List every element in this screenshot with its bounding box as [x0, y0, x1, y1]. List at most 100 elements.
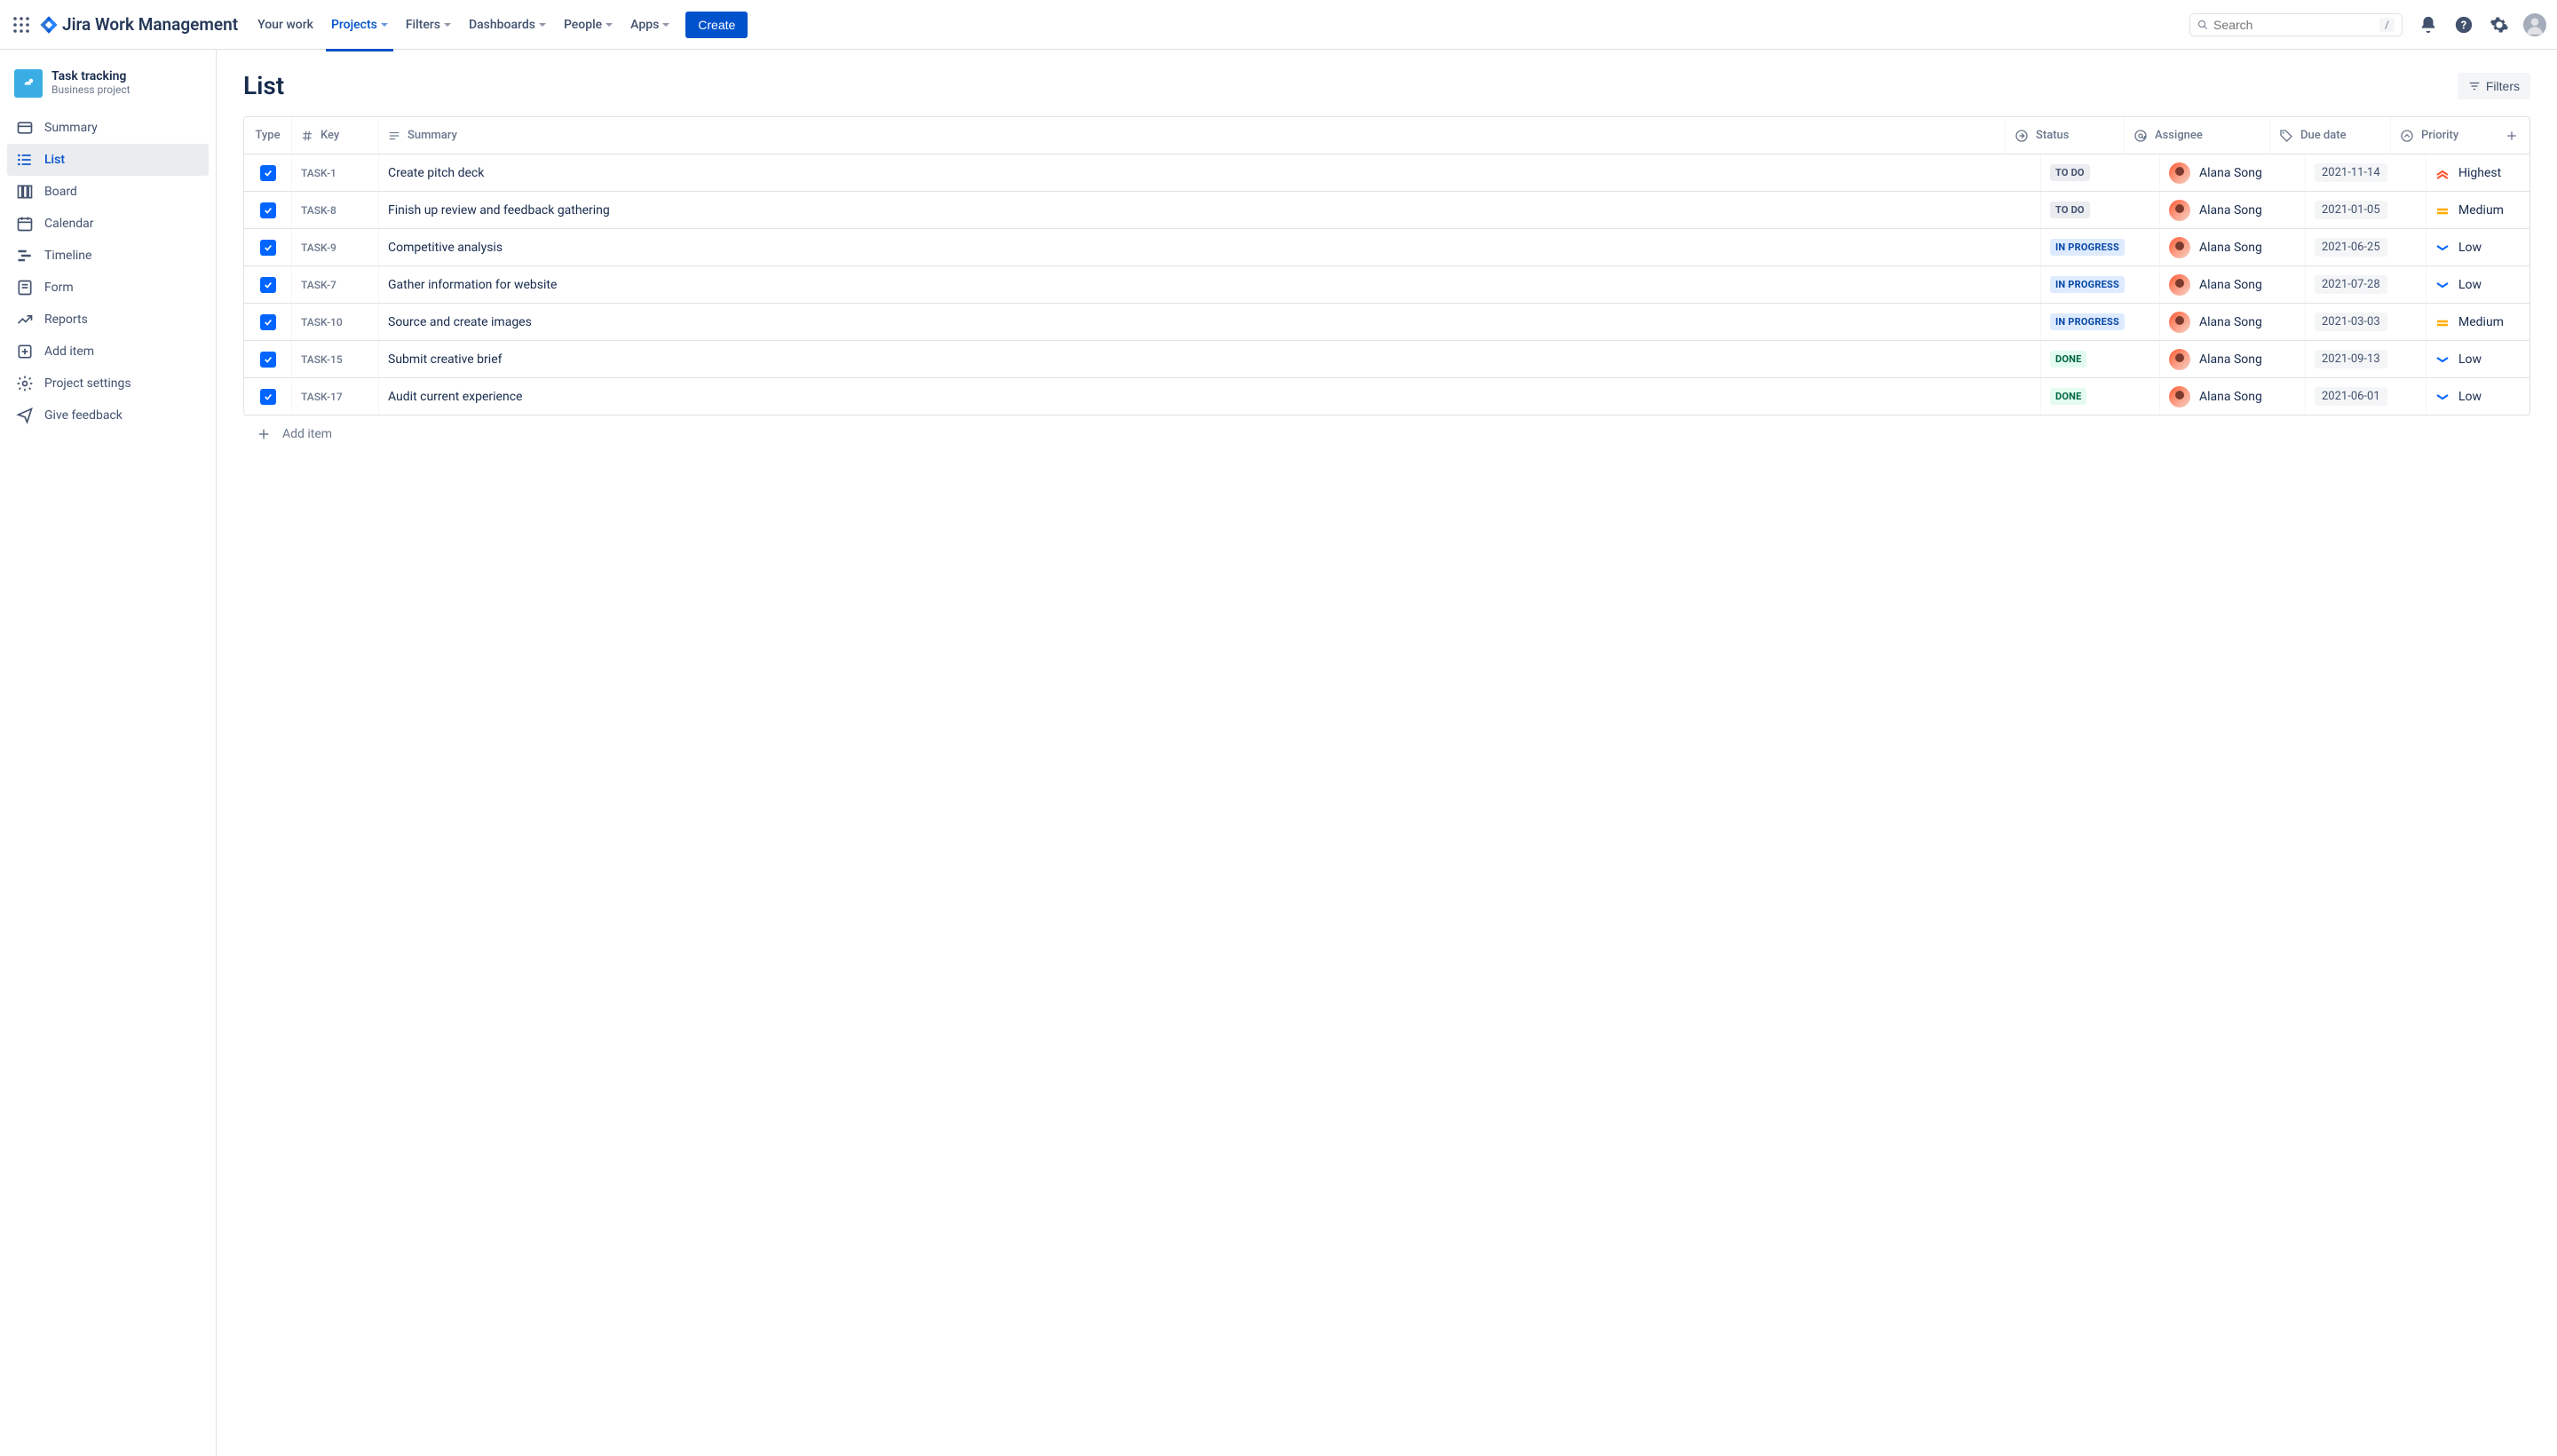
cell-type[interactable]: [244, 229, 292, 265]
cell-duedate[interactable]: 2021-11-14: [2306, 154, 2426, 191]
cell-status[interactable]: TO DO: [2041, 154, 2160, 191]
assignee-avatar: [2169, 237, 2190, 258]
task-type-icon: [260, 240, 276, 256]
cell-status[interactable]: IN PROGRESS: [2041, 229, 2160, 265]
column-header-summary[interactable]: Summary: [379, 117, 2006, 154]
cell-assignee[interactable]: Alana Song: [2160, 266, 2306, 303]
cell-type[interactable]: [244, 378, 292, 415]
cell-type[interactable]: [244, 192, 292, 228]
chevron-down-icon: [444, 23, 451, 27]
settings-icon[interactable]: [2488, 13, 2511, 36]
cell-priority[interactable]: Medium: [2426, 304, 2529, 340]
cell-summary[interactable]: Competitive analysis: [379, 229, 2041, 265]
profile-avatar[interactable]: [2523, 13, 2546, 36]
cell-duedate[interactable]: 2021-06-01: [2306, 378, 2426, 415]
help-icon[interactable]: ?: [2452, 13, 2475, 36]
search-input-wrapper[interactable]: /: [2189, 13, 2403, 36]
cell-priority[interactable]: Low: [2426, 229, 2529, 265]
task-type-icon: [260, 165, 276, 181]
cell-priority[interactable]: Highest: [2426, 154, 2529, 191]
cell-priority[interactable]: Low: [2426, 341, 2529, 377]
cell-duedate[interactable]: 2021-09-13: [2306, 341, 2426, 377]
cell-duedate[interactable]: 2021-01-05: [2306, 192, 2426, 228]
nav-dashboards[interactable]: Dashboards: [462, 12, 553, 37]
table-row[interactable]: TASK-8Finish up review and feedback gath…: [244, 192, 2529, 229]
cell-assignee[interactable]: Alana Song: [2160, 192, 2306, 228]
cell-assignee[interactable]: Alana Song: [2160, 229, 2306, 265]
sidebar-item-list[interactable]: List: [7, 144, 209, 176]
column-header-type[interactable]: Type: [244, 117, 292, 154]
create-button[interactable]: Create: [685, 12, 748, 38]
cell-summary[interactable]: Finish up review and feedback gathering: [379, 192, 2041, 228]
sidebar-item-timeline[interactable]: Timeline: [7, 240, 209, 272]
table-row[interactable]: TASK-9Competitive analysisIN PROGRESSAla…: [244, 229, 2529, 266]
cell-status[interactable]: IN PROGRESS: [2041, 304, 2160, 340]
sidebar-item-board[interactable]: Board: [7, 176, 209, 208]
cell-summary[interactable]: Submit creative brief: [379, 341, 2041, 377]
cell-duedate[interactable]: 2021-06-25: [2306, 229, 2426, 265]
cell-summary[interactable]: Source and create images: [379, 304, 2041, 340]
cell-key[interactable]: TASK-7: [292, 266, 379, 303]
notifications-icon[interactable]: [2417, 13, 2440, 36]
search-input[interactable]: [2213, 18, 2374, 32]
cell-summary[interactable]: Audit current experience: [379, 378, 2041, 415]
add-column-button[interactable]: [2494, 117, 2529, 154]
table-row[interactable]: TASK-15Submit creative briefDONEAlana So…: [244, 341, 2529, 378]
table-row[interactable]: TASK-7Gather information for websiteIN P…: [244, 266, 2529, 304]
project-header[interactable]: Task tracking Business project: [7, 66, 209, 112]
sidebar-item-add-item[interactable]: Add item: [7, 336, 209, 368]
column-header-status[interactable]: Status: [2006, 117, 2125, 154]
sidebar-item-project-settings[interactable]: Project settings: [7, 368, 209, 400]
sidebar-item-give-feedback[interactable]: Give feedback: [7, 400, 209, 431]
product-logo[interactable]: Jira Work Management: [39, 14, 238, 35]
cell-priority[interactable]: Medium: [2426, 192, 2529, 228]
cell-status[interactable]: DONE: [2041, 378, 2160, 415]
table-row[interactable]: TASK-17Audit current experienceDONEAlana…: [244, 378, 2529, 415]
table-row[interactable]: TASK-10Source and create imagesIN PROGRE…: [244, 304, 2529, 341]
cell-status[interactable]: IN PROGRESS: [2041, 266, 2160, 303]
cell-key[interactable]: TASK-15: [292, 341, 379, 377]
sidebar-item-label: Give feedback: [44, 408, 123, 423]
cell-key[interactable]: TASK-8: [292, 192, 379, 228]
add-item-row[interactable]: Add item: [243, 415, 2530, 453]
priority-low-icon: [2435, 390, 2450, 404]
cell-summary[interactable]: Gather information for website: [379, 266, 2041, 303]
filters-button[interactable]: Filters: [2458, 73, 2530, 99]
cell-assignee[interactable]: Alana Song: [2160, 304, 2306, 340]
cell-type[interactable]: [244, 304, 292, 340]
cell-status[interactable]: TO DO: [2041, 192, 2160, 228]
cell-key[interactable]: TASK-1: [292, 154, 379, 191]
column-header-assignee[interactable]: Assignee: [2125, 117, 2270, 154]
cell-summary[interactable]: Create pitch deck: [379, 154, 2041, 191]
table-row[interactable]: TASK-1Create pitch deckTO DOAlana Song20…: [244, 154, 2529, 192]
sidebar-item-calendar[interactable]: Calendar: [7, 208, 209, 240]
cell-assignee[interactable]: Alana Song: [2160, 341, 2306, 377]
cell-key[interactable]: TASK-10: [292, 304, 379, 340]
cell-status[interactable]: DONE: [2041, 341, 2160, 377]
cell-duedate[interactable]: 2021-07-28: [2306, 266, 2426, 303]
nav-filters[interactable]: Filters: [399, 12, 458, 37]
nav-projects[interactable]: Projects: [324, 12, 395, 37]
nav-people[interactable]: People: [557, 12, 620, 37]
sidebar-item-reports[interactable]: Reports: [7, 304, 209, 336]
column-header-key[interactable]: Key: [292, 117, 379, 154]
cell-priority[interactable]: Low: [2426, 378, 2529, 415]
reports-icon: [16, 311, 34, 328]
sidebar-item-form[interactable]: Form: [7, 272, 209, 304]
app-switcher-icon[interactable]: [11, 14, 32, 36]
nav-your-work[interactable]: Your work: [250, 12, 321, 37]
sidebar-item-summary[interactable]: Summary: [7, 112, 209, 144]
column-header-priority[interactable]: Priority: [2391, 117, 2494, 154]
cell-assignee[interactable]: Alana Song: [2160, 154, 2306, 191]
cell-duedate[interactable]: 2021-03-03: [2306, 304, 2426, 340]
cell-key[interactable]: TASK-17: [292, 378, 379, 415]
cell-priority[interactable]: Low: [2426, 266, 2529, 303]
cell-assignee[interactable]: Alana Song: [2160, 378, 2306, 415]
cell-type[interactable]: [244, 341, 292, 377]
sidebar-item-label: Board: [44, 185, 77, 199]
column-header-duedate[interactable]: Due date: [2270, 117, 2391, 154]
cell-type[interactable]: [244, 266, 292, 303]
cell-key[interactable]: TASK-9: [292, 229, 379, 265]
nav-apps[interactable]: Apps: [623, 12, 677, 37]
cell-type[interactable]: [244, 154, 292, 191]
